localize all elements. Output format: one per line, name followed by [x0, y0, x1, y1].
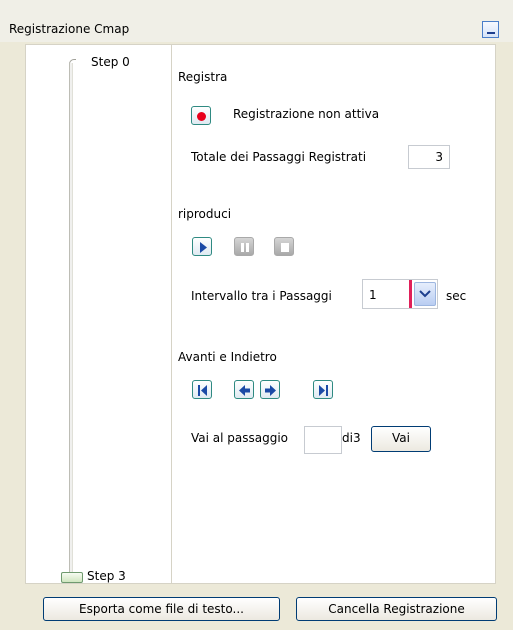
minimize-button[interactable] [482, 21, 499, 38]
previous-step-button[interactable] [234, 380, 254, 399]
record-button[interactable] [191, 106, 211, 125]
stop-button[interactable] [274, 237, 294, 256]
cmap-recording-window: Registrazione Cmap Step 0 Step 3 Registr… [0, 0, 513, 630]
chevron-down-icon [419, 290, 431, 298]
first-step-button[interactable] [192, 380, 212, 399]
pause-icon [241, 243, 249, 252]
export-text-button[interactable]: Esporta come file di testo... [43, 597, 280, 621]
title-bar: Registrazione Cmap [0, 0, 513, 42]
recording-panel: Step 0 Step 3 Registra Registrazione non… [25, 44, 496, 584]
record-icon [197, 112, 206, 121]
goto-step-label: Vai al passaggio [191, 431, 289, 445]
arrow-left-icon [239, 385, 250, 396]
interval-value: 1 [369, 288, 377, 302]
record-heading: Registra [178, 70, 228, 84]
skip-to-start-icon [198, 385, 207, 396]
playback-heading: riproduci [178, 207, 232, 221]
interval-unit: sec [446, 289, 467, 303]
total-steps-label: Totale dei Passaggi Registrati [191, 150, 367, 164]
go-button[interactable]: Vai [371, 426, 431, 452]
interval-label: Intervallo tra i Passaggi [191, 289, 332, 303]
window-title: Registrazione Cmap [9, 22, 130, 36]
goto-step-input[interactable] [304, 426, 342, 454]
play-icon [200, 242, 207, 253]
navigation-heading: Avanti e Indietro [178, 350, 277, 364]
step-slider-thumb[interactable] [61, 572, 83, 583]
interval-dropdown-button[interactable] [414, 282, 436, 306]
clear-recording-button[interactable]: Cancella Registrazione [296, 597, 497, 621]
arrow-right-icon [265, 385, 276, 396]
skip-to-end-icon [319, 385, 328, 396]
pause-button[interactable] [234, 237, 254, 256]
combo-separator [409, 280, 412, 308]
play-button[interactable] [192, 237, 212, 256]
total-steps-field: 3 [408, 145, 450, 169]
record-status: Registrazione non attiva [233, 107, 380, 121]
interval-select[interactable]: 1 [362, 279, 438, 309]
step-slider-track[interactable] [69, 63, 73, 573]
slider-bottom-label: Step 3 [87, 569, 126, 583]
last-step-button[interactable] [313, 380, 333, 399]
next-step-button[interactable] [260, 380, 280, 399]
step-count-label: di3 [342, 431, 361, 445]
slider-top-label: Step 0 [91, 55, 130, 69]
panel-divider [171, 45, 172, 583]
stop-icon [281, 243, 289, 252]
